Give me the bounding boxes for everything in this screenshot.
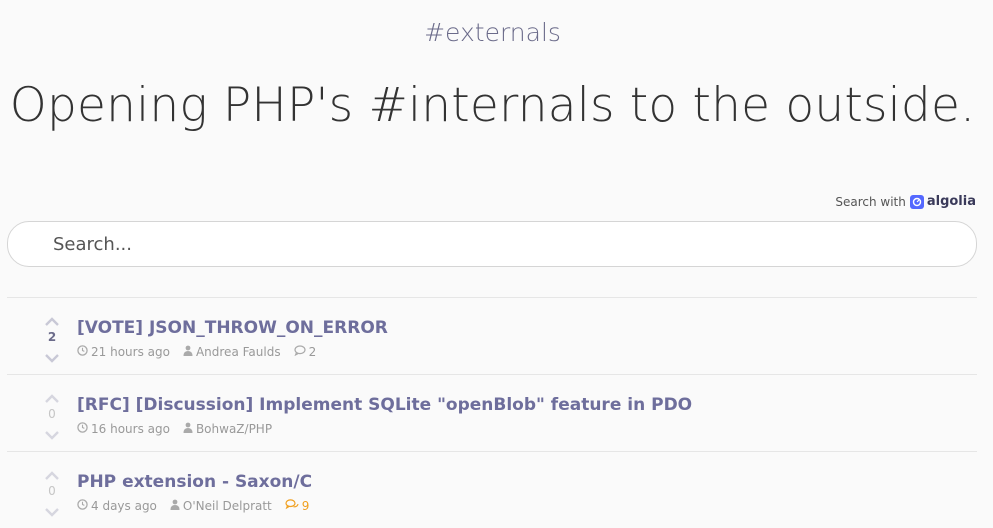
- downvote-icon[interactable]: [43, 502, 61, 517]
- site-title[interactable]: #externals: [0, 18, 985, 47]
- user-icon: [183, 422, 193, 436]
- vote-count: 0: [48, 484, 56, 498]
- algolia-logo[interactable]: algolia: [909, 194, 976, 209]
- thread-title[interactable]: [VOTE] JSON_THROW_ON_ERROR: [77, 318, 388, 338]
- comment-icon: [293, 345, 306, 359]
- downvote-icon[interactable]: [43, 425, 61, 440]
- thread-item: 2 [VOTE] JSON_THROW_ON_ERROR 21 hours ag…: [7, 298, 977, 374]
- thread-time: 16 hours ago: [91, 422, 170, 436]
- algolia-icon: [909, 194, 924, 209]
- clock-icon: [77, 422, 88, 436]
- vote-widget: 2: [43, 312, 61, 363]
- thread-time: 4 days ago: [91, 499, 157, 513]
- algolia-wordmark: algolia: [926, 194, 976, 209]
- thread-title[interactable]: PHP extension - Saxon/C: [77, 472, 312, 492]
- search-attribution: Search with algolia: [835, 194, 976, 209]
- upvote-icon[interactable]: [43, 312, 61, 326]
- downvote-icon[interactable]: [43, 348, 61, 363]
- comments-hot-icon: [285, 499, 299, 513]
- thread-meta: 4 days ago O'Neil Delpratt 9: [77, 499, 309, 513]
- vote-widget: 0: [43, 389, 61, 440]
- thread-time: 21 hours ago: [91, 345, 170, 359]
- thread-title[interactable]: [RFC] [Discussion] Implement SQLite "ope…: [77, 395, 692, 415]
- clock-icon: [77, 499, 88, 513]
- search-with-label: Search with: [835, 194, 906, 209]
- thread-author[interactable]: BohwaZ/PHP: [196, 422, 272, 436]
- clock-icon: [77, 345, 88, 359]
- search-input[interactable]: [51, 233, 955, 256]
- search-box[interactable]: [7, 221, 977, 267]
- vote-widget: 0: [43, 466, 61, 517]
- thread-author[interactable]: Andrea Faulds: [196, 345, 281, 359]
- user-icon: [183, 345, 193, 359]
- upvote-icon[interactable]: [43, 466, 61, 480]
- reply-count: 2: [308, 345, 317, 359]
- thread-item: 0 PHP extension - Saxon/C 4 days ago O'N…: [7, 452, 977, 528]
- user-icon: [170, 499, 180, 513]
- vote-count: 2: [47, 330, 57, 344]
- reply-count: 9: [301, 499, 310, 513]
- vote-count: 0: [48, 407, 56, 421]
- upvote-icon[interactable]: [43, 389, 61, 403]
- thread-meta: 21 hours ago Andrea Faulds 2: [77, 345, 316, 359]
- thread-meta: 16 hours ago BohwaZ/PHP: [77, 422, 272, 436]
- thread-author[interactable]: O'Neil Delpratt: [183, 499, 272, 513]
- tagline: Opening PHP's #internals to the outside.: [9, 78, 976, 133]
- thread-item: 0 [RFC] [Discussion] Implement SQLite "o…: [7, 375, 977, 451]
